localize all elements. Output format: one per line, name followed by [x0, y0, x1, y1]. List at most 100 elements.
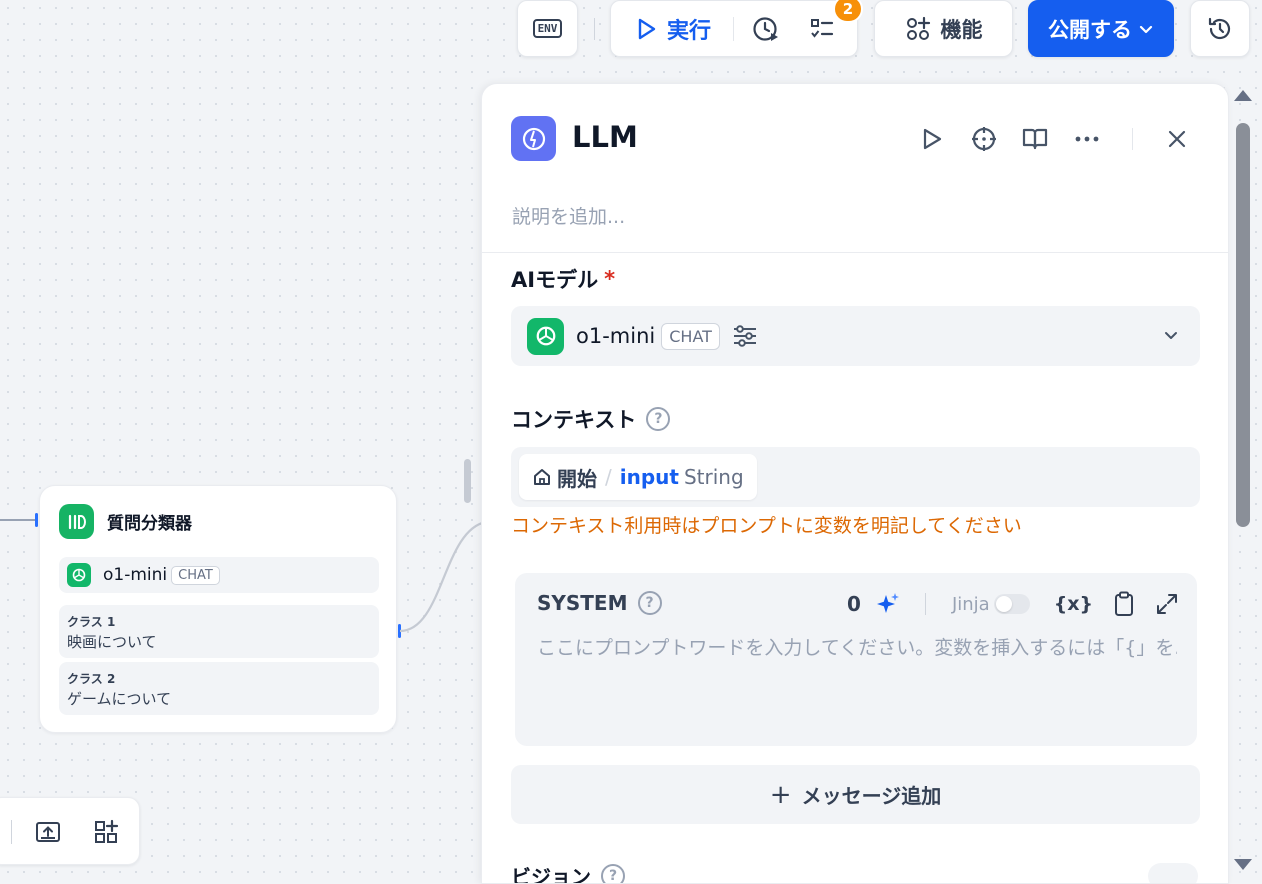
features-button[interactable]: 機能	[874, 0, 1013, 57]
run-divider	[733, 16, 735, 41]
scroll-down-arrow[interactable]	[1234, 859, 1252, 870]
add-message-label: メッセージ追加	[801, 784, 942, 808]
add-block-button[interactable]	[90, 816, 122, 848]
export-image-button[interactable]	[32, 816, 64, 848]
close-panel-button[interactable]	[1160, 122, 1194, 156]
expand-button[interactable]	[1155, 592, 1179, 616]
class-label: クラス 2	[67, 672, 116, 686]
context-node-name: 開始	[557, 466, 597, 491]
expand-icon	[1157, 594, 1177, 614]
jinja-label: Jinja	[951, 593, 990, 615]
vision-section-label: ビジョン ?	[511, 861, 625, 884]
node-title: 質問分類器	[107, 514, 192, 534]
vision-toggle[interactable]	[1148, 863, 1198, 883]
docs-button[interactable]	[1018, 122, 1052, 156]
model-name: o1-mini	[576, 324, 656, 348]
insert-variable-button[interactable]: {x}	[1054, 593, 1093, 615]
features-label: 機能	[940, 17, 983, 42]
publish-label: 公開する	[1048, 17, 1132, 42]
model-section-label: AIモデル *	[511, 264, 615, 294]
class-item-1: クラス 1 映画について	[59, 605, 379, 658]
context-separator: /	[605, 465, 612, 489]
incoming-edge	[0, 519, 37, 521]
chevron-down-icon	[1139, 25, 1153, 33]
more-horizontal-icon	[1075, 136, 1099, 142]
play-icon	[923, 128, 942, 150]
add-message-button[interactable]: + メッセージ追加	[511, 765, 1200, 824]
version-history-button[interactable]	[1190, 0, 1250, 57]
context-variable-name: input	[619, 465, 679, 489]
more-options-button[interactable]	[1070, 122, 1104, 156]
canvas-controls	[0, 797, 140, 865]
model-params-button[interactable]	[732, 324, 758, 348]
play-icon	[638, 18, 656, 39]
llm-node-panel: LLM 説明を追加... AIモデル * o1-mini CHAT コンテキスト…	[481, 83, 1229, 884]
checklist-icon	[811, 18, 834, 38]
context-variable-type: String	[683, 465, 744, 489]
prompt-toolbar-divider	[924, 593, 926, 615]
help-icon[interactable]: ?	[646, 407, 671, 431]
env-button[interactable]: ENV	[517, 0, 578, 57]
copy-button[interactable]	[1113, 591, 1135, 617]
clock-play-icon	[753, 16, 779, 41]
model-label: AIモデル	[511, 268, 599, 292]
publish-button[interactable]: 公開する	[1028, 0, 1174, 57]
prompt-toolbar: 0 Jinja {x}	[847, 587, 1179, 621]
history-icon	[1208, 17, 1231, 39]
run-history-button[interactable]	[750, 13, 782, 45]
model-mode-tag: CHAT	[661, 322, 720, 350]
class-label: クラス 1	[67, 615, 116, 629]
system-prompt-input[interactable]: ここにプロンプトワードを入力してください。変数を挿入するには「{」を...	[537, 633, 1177, 660]
vision-label: ビジョン	[511, 865, 591, 884]
question-classifier-node[interactable]: 質問分類器 o1-mini CHAT クラス 1 映画について クラス 2 ゲー…	[39, 485, 397, 733]
add-block-icon	[95, 819, 119, 843]
context-variable-box[interactable]: 開始 / input String	[511, 447, 1200, 507]
locate-node-button[interactable]	[967, 122, 1001, 156]
toolbar-divider	[594, 18, 595, 40]
help-icon[interactable]: ?	[601, 863, 625, 883]
openai-icon	[67, 563, 91, 587]
node-model-badge: o1-mini CHAT	[59, 557, 379, 593]
features-icon	[906, 16, 930, 40]
scroll-up-arrow[interactable]	[1234, 90, 1252, 101]
controls-divider	[11, 820, 12, 844]
header-divider	[1132, 128, 1133, 150]
help-icon[interactable]: ?	[637, 591, 662, 615]
image-export-icon	[36, 822, 60, 842]
crosshair-icon	[972, 127, 996, 151]
node-model-mode: CHAT	[171, 565, 220, 585]
env-label: ENV	[532, 19, 563, 38]
sparkle-icon	[876, 593, 899, 613]
system-prompt-editor[interactable]: SYSTEM ? 0 Jinja {x} ここにプロンプトワードを入力してくださ…	[515, 573, 1197, 746]
context-variable-chip[interactable]: 開始 / input String	[519, 454, 757, 500]
class-value: ゲームについて	[67, 690, 172, 708]
run-label: 実行	[667, 18, 712, 44]
system-role-label: SYSTEM ?	[537, 591, 662, 615]
context-section-label: コンテキスト ?	[511, 404, 671, 434]
node-input-handle[interactable]	[35, 513, 38, 527]
book-open-icon	[1022, 128, 1048, 150]
run-step-button[interactable]	[915, 122, 949, 156]
node-model-name: o1-mini	[103, 565, 168, 585]
checklist-badge: 2	[833, 0, 863, 23]
checklist-button[interactable]	[806, 13, 838, 45]
panel-scrollbar-thumb[interactable]	[1236, 123, 1250, 527]
llm-icon	[511, 116, 556, 161]
run-button[interactable]: 実行	[637, 13, 711, 45]
chevron-down-icon	[1165, 332, 1177, 339]
class-value: 映画について	[67, 633, 157, 651]
panel-title: LLM	[572, 120, 638, 154]
openai-icon	[527, 317, 564, 355]
prompt-generator-button[interactable]	[875, 591, 901, 617]
jinja-toggle[interactable]	[993, 594, 1030, 614]
model-selector[interactable]: o1-mini CHAT	[511, 306, 1200, 366]
context-warning: コンテキスト利用時はプロンプトに変数を明記してください	[511, 515, 1022, 537]
required-mark: *	[604, 267, 616, 291]
description-input[interactable]: 説明を追加...	[512, 202, 625, 229]
context-label: コンテキスト	[511, 408, 637, 432]
system-role: SYSTEM	[537, 591, 628, 615]
class-item-2: クラス 2 ゲームについて	[59, 662, 379, 715]
home-icon	[534, 469, 550, 485]
variable-icon: {x}	[1053, 593, 1093, 615]
canvas-scroll-handle[interactable]	[464, 459, 471, 503]
